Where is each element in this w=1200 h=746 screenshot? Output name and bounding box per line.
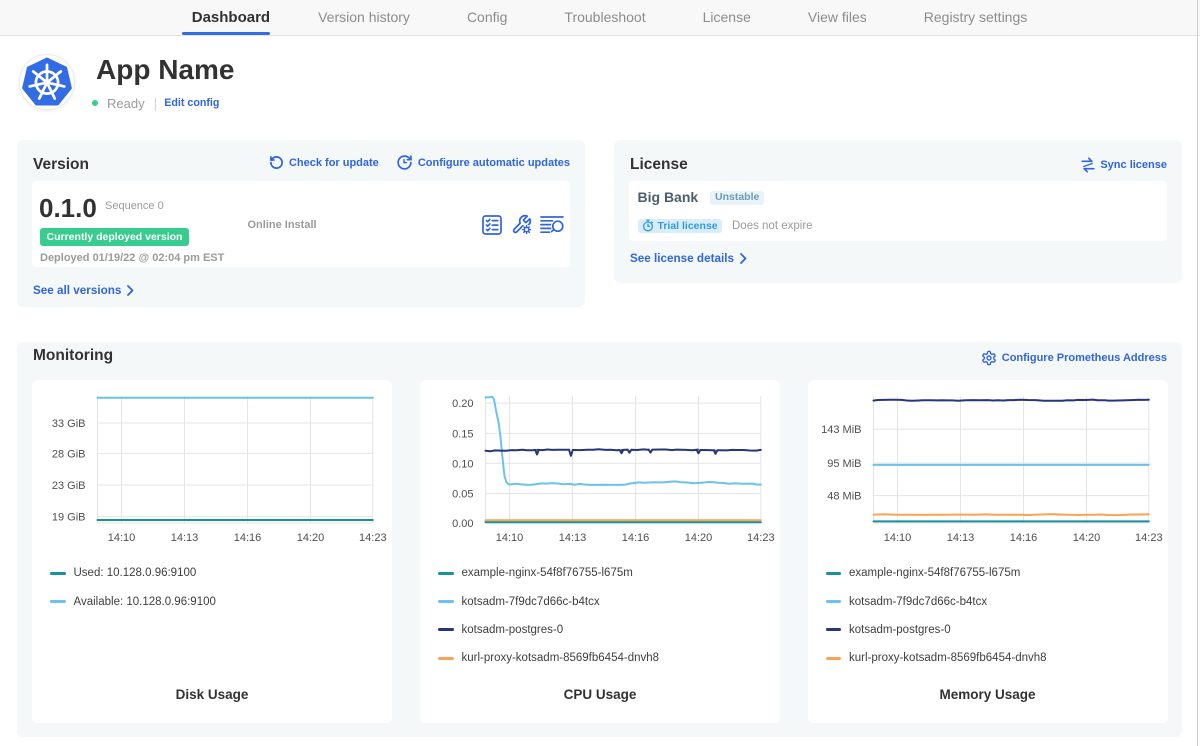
svg-text:14:23: 14:23	[359, 532, 387, 544]
svg-text:14:13: 14:13	[946, 532, 974, 544]
svg-text:0.10: 0.10	[452, 458, 473, 470]
svg-text:0.05: 0.05	[452, 489, 473, 501]
svg-text:14:16: 14:16	[234, 532, 262, 544]
svg-text:14:10: 14:10	[883, 532, 911, 544]
svg-text:14:20: 14:20	[297, 532, 325, 544]
svg-text:143 MiB: 143 MiB	[821, 424, 861, 436]
svg-text:14:20: 14:20	[685, 532, 713, 544]
svg-text:0.15: 0.15	[452, 428, 473, 440]
svg-text:23 GiB: 23 GiB	[52, 480, 86, 492]
svg-text:0.00: 0.00	[452, 518, 473, 530]
svg-text:0.20: 0.20	[452, 398, 473, 410]
svg-text:14:16: 14:16	[622, 532, 650, 544]
svg-text:14:23: 14:23	[1135, 532, 1163, 544]
svg-text:14:13: 14:13	[171, 532, 199, 544]
svg-text:19 GiB: 19 GiB	[52, 511, 86, 523]
svg-text:48 MiB: 48 MiB	[827, 491, 861, 503]
svg-text:14:16: 14:16	[1009, 532, 1037, 544]
svg-text:14:20: 14:20	[1072, 532, 1100, 544]
svg-text:14:10: 14:10	[496, 532, 524, 544]
svg-text:14:10: 14:10	[108, 532, 136, 544]
svg-text:14:23: 14:23	[747, 532, 775, 544]
svg-text:14:13: 14:13	[559, 532, 587, 544]
svg-text:95 MiB: 95 MiB	[827, 458, 861, 470]
svg-text:33 GiB: 33 GiB	[52, 418, 86, 430]
svg-text:28 GiB: 28 GiB	[52, 448, 86, 460]
